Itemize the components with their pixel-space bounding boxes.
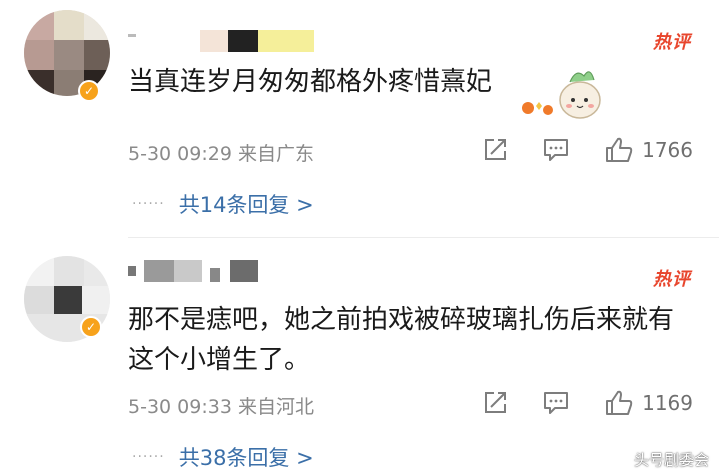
like-button[interactable]: 1169: [604, 389, 693, 417]
share-icon: [485, 392, 507, 413]
sticker-icon: [522, 71, 601, 119]
like-count: 1766: [642, 138, 693, 162]
dots-icon: ······: [132, 196, 165, 212]
like-icon: [606, 390, 633, 415]
hot-comment-label: 热评: [653, 32, 691, 53]
verified-badge-icon: ✓: [80, 316, 102, 338]
comment-text: 那不是痣吧，她之前拍戏被碎玻璃扎伤后来就有这个小增生了。: [128, 305, 675, 375]
view-replies-link[interactable]: 共14条回复 >: [179, 189, 314, 219]
comment-icon: [544, 392, 569, 414]
watermark: 头号剧委会: [633, 451, 709, 469]
comment-actions: 1766: [482, 136, 693, 164]
comment-item: ✓ 热评 当真连岁月匆匆都格外疼惜熹妃 5-30 09:29 来自广东 1766…: [0, 0, 719, 238]
reply-button[interactable]: [542, 390, 570, 416]
username-blurred[interactable]: [128, 30, 328, 52]
verified-badge-icon: ✓: [78, 80, 100, 102]
comment-location: 来自河北: [237, 396, 314, 418]
share-icon: [485, 139, 507, 160]
comment-meta: 5-30 09:29 来自广东: [128, 139, 314, 166]
comment-time: 5-30 09:33: [128, 396, 232, 418]
comment-time: 5-30 09:29: [128, 143, 232, 165]
view-replies-link[interactable]: 共38条回复 >: [179, 442, 314, 472]
like-icon: [606, 137, 633, 162]
like-button[interactable]: 1766: [604, 136, 693, 164]
comment-icon: [544, 139, 569, 161]
comment-feed: ✓ 热评 当真连岁月匆匆都格外疼惜熹妃 5-30 09:29 来自广东 1766…: [0, 0, 719, 476]
hot-comment-label: 热评: [653, 269, 691, 290]
username-blurred[interactable]: [128, 260, 278, 282]
comment-actions: 1169: [482, 389, 693, 417]
like-count: 1169: [642, 391, 693, 415]
replies-row: ······ 共14条回复 >: [132, 189, 314, 219]
comment-meta: 5-30 09:33 来自河北: [128, 392, 314, 419]
share-button[interactable]: [482, 137, 508, 163]
reply-button[interactable]: [542, 137, 570, 163]
replies-row: ······ 共38条回复 >: [132, 442, 314, 472]
comment-item: ✓ 热评 那不是痣吧，她之前拍戏被碎玻璃扎伤后来就有这个小增生了。 5-30 0…: [0, 238, 719, 476]
comment-location: 来自广东: [237, 143, 314, 165]
dots-icon: ······: [132, 449, 165, 465]
share-button[interactable]: [482, 390, 508, 416]
